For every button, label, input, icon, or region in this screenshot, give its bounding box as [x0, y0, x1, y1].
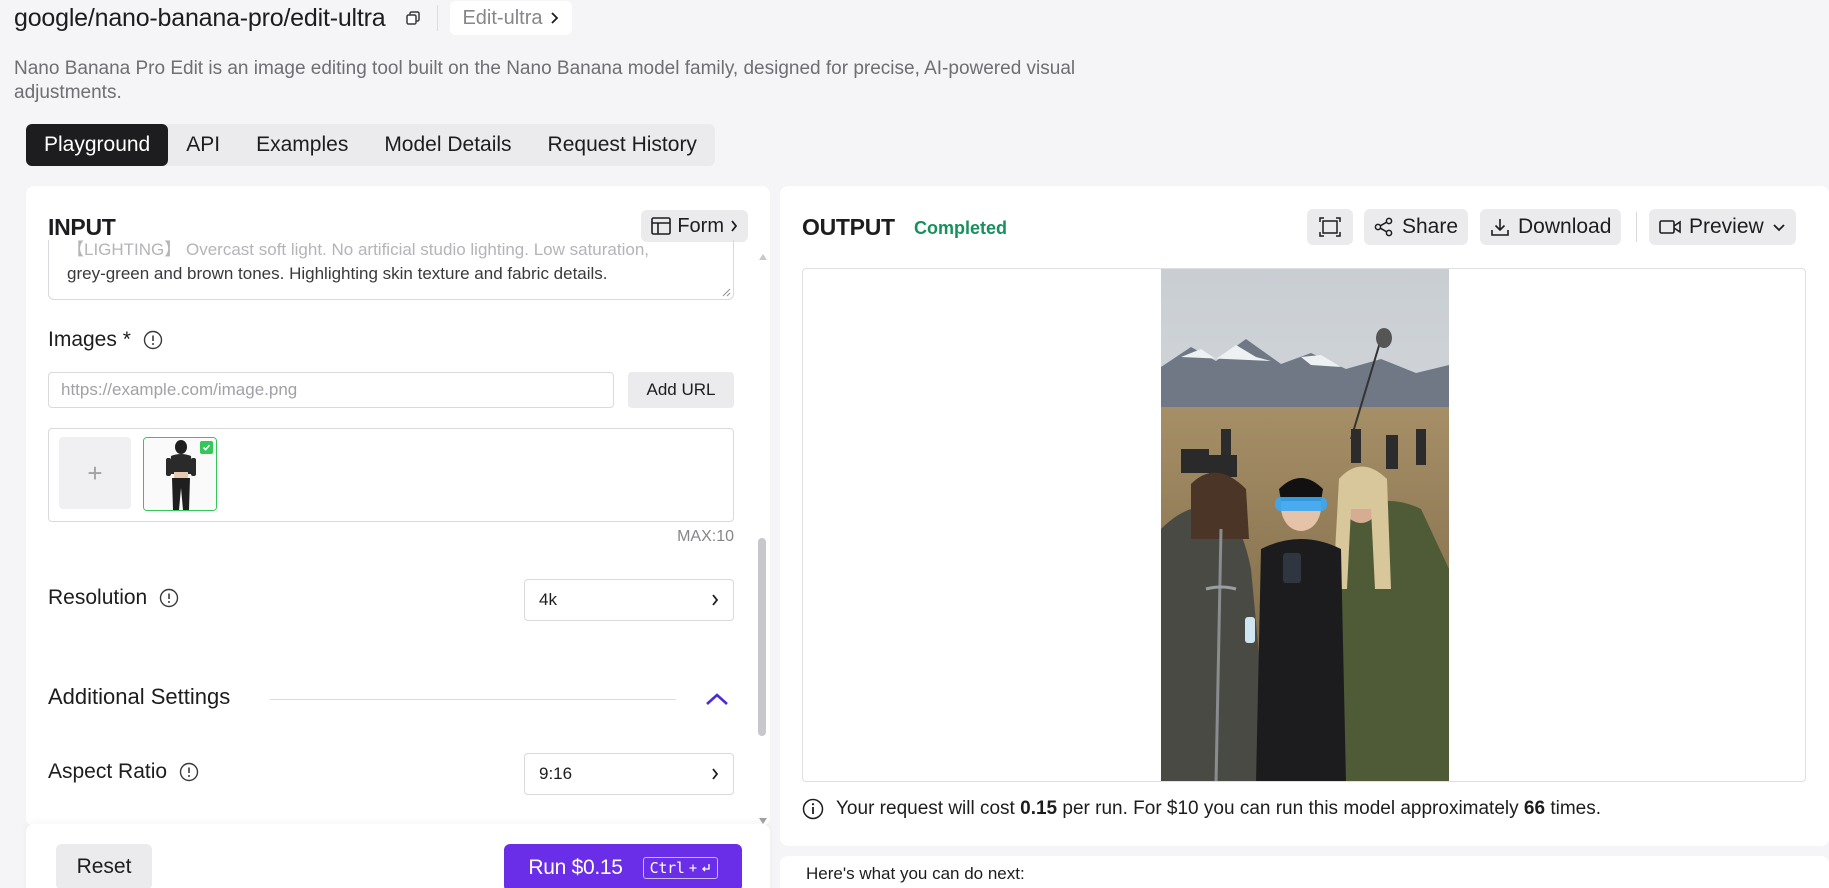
aspect-ratio-select[interactable]: 9:16 [524, 753, 734, 795]
cost-prefix: Your request will cost [836, 798, 1015, 819]
chevron-up-icon [706, 693, 728, 705]
fullscreen-button[interactable] [1307, 209, 1353, 245]
download-label: Download [1518, 215, 1612, 238]
copy-icon[interactable] [405, 10, 421, 26]
form-toggle-label: Form [677, 214, 724, 237]
tab-model-details[interactable]: Model Details [366, 124, 529, 166]
cost-info: Your request will cost 0.15 per run. For… [802, 798, 1601, 820]
toolbar-divider [1636, 212, 1637, 242]
chevron-right-icon [731, 220, 738, 232]
chevron-right-icon [551, 12, 559, 24]
shortcut-key: Ctrl [649, 859, 685, 877]
check-icon [200, 441, 213, 454]
shortcut-badge: Ctrl [642, 857, 718, 879]
add-image-button[interactable]: + [59, 437, 131, 509]
output-image-frame [802, 268, 1806, 782]
tab-playground[interactable]: Playground [26, 124, 169, 166]
aspect-ratio-label-row: Aspect Ratio [48, 760, 199, 784]
resolution-select[interactable]: 4k [524, 579, 734, 621]
variant-selector[interactable]: Edit-ultra [450, 1, 573, 35]
share-icon [1374, 217, 1393, 237]
output-image[interactable] [1161, 269, 1449, 781]
images-label-row: Images * [48, 328, 163, 352]
model-name: google/nano-banana-pro/edit-ultra [14, 3, 386, 32]
cost-mid: per run. For $10 you can run this model … [1062, 798, 1519, 819]
resolution-value: 4k [539, 590, 557, 609]
chevron-right-icon [712, 768, 719, 780]
output-title: OUTPUT [802, 214, 895, 240]
uploaded-image-thumbnail[interactable] [143, 437, 217, 511]
input-title: INPUT [48, 214, 116, 240]
image-upload-area: + [48, 428, 734, 522]
aspect-ratio-value: 9:16 [539, 764, 573, 783]
image-url-input[interactable] [48, 372, 614, 408]
additional-settings-heading: Additional Settings [48, 684, 231, 709]
share-label: Share [1402, 215, 1459, 238]
table-icon [651, 217, 672, 235]
cost-value: 0.15 [1020, 798, 1058, 819]
tab-examples[interactable]: Examples [238, 124, 366, 166]
cost-suffix: times. [1550, 798, 1602, 819]
next-steps-panel: Here's what you can do next: [780, 856, 1829, 888]
prompt-line-2: grey-green and brown tones. Highlighting… [67, 264, 608, 283]
header-divider [437, 5, 439, 31]
info-icon[interactable] [143, 330, 163, 350]
run-label: Run $0.15 [528, 856, 623, 879]
images-label: Images * [48, 328, 131, 351]
download-icon [1491, 219, 1509, 236]
resolution-label-row: Resolution [48, 586, 179, 610]
info-icon [802, 798, 824, 820]
model-description: Nano Banana Pro Edit is an image editing… [14, 58, 1076, 103]
form-toggle-button[interactable]: Form [641, 210, 748, 242]
expand-icon [1319, 217, 1341, 237]
scroll-up-icon[interactable] [759, 254, 767, 260]
variant-label: Edit-ultra [462, 6, 543, 29]
tab-api[interactable]: API [168, 124, 238, 166]
preview-dropdown[interactable]: Preview [1649, 209, 1796, 245]
input-scrollbar-thumb[interactable] [758, 538, 766, 736]
input-footer: Reset Run $0.15 Ctrl [26, 824, 770, 888]
video-icon [1659, 220, 1681, 234]
aspect-ratio-label: Aspect Ratio [48, 760, 168, 783]
generated-photo [1161, 269, 1449, 781]
resolution-label: Resolution [48, 586, 148, 609]
cost-text: Your request will cost 0.15 per run. For… [836, 798, 1601, 820]
add-url-button[interactable]: Add URL [628, 372, 734, 408]
reset-button[interactable]: Reset [56, 844, 152, 888]
next-steps-heading: Here's what you can do next: [806, 864, 1025, 883]
input-panel: INPUT Form 【LIGHTING】 Overcast soft ligh… [26, 186, 770, 826]
chevron-right-icon [712, 594, 719, 606]
info-icon[interactable] [179, 762, 199, 782]
info-icon[interactable] [159, 588, 179, 608]
preview-label: Preview [1689, 215, 1764, 238]
prompt-textarea[interactable]: 【LIGHTING】 Overcast soft light. No artif… [48, 240, 734, 300]
tab-bar: Playground API Examples Model Details Re… [26, 124, 715, 166]
prompt-line-1: 【LIGHTING】 Overcast soft light. No artif… [67, 240, 650, 259]
run-button[interactable]: Run $0.15 Ctrl [504, 844, 742, 888]
output-panel: OUTPUT Completed Share Download Preview [780, 186, 1829, 846]
model-header: google/nano-banana-pro/edit-ultra Edit-u… [14, 1, 573, 35]
collapse-settings-button[interactable] [702, 686, 732, 712]
status-badge: Completed [914, 218, 1008, 238]
resize-grip-icon[interactable] [721, 287, 731, 297]
runs-value: 66 [1523, 798, 1546, 819]
plus-icon [689, 864, 697, 872]
tab-request-history[interactable]: Request History [530, 124, 715, 166]
download-button[interactable]: Download [1480, 209, 1622, 245]
enter-icon [701, 864, 710, 872]
section-divider [270, 699, 676, 700]
plus-icon: + [87, 457, 103, 488]
share-button[interactable]: Share [1364, 209, 1469, 245]
chevron-down-icon [1773, 223, 1785, 231]
max-images-label: MAX:10 [677, 528, 734, 545]
